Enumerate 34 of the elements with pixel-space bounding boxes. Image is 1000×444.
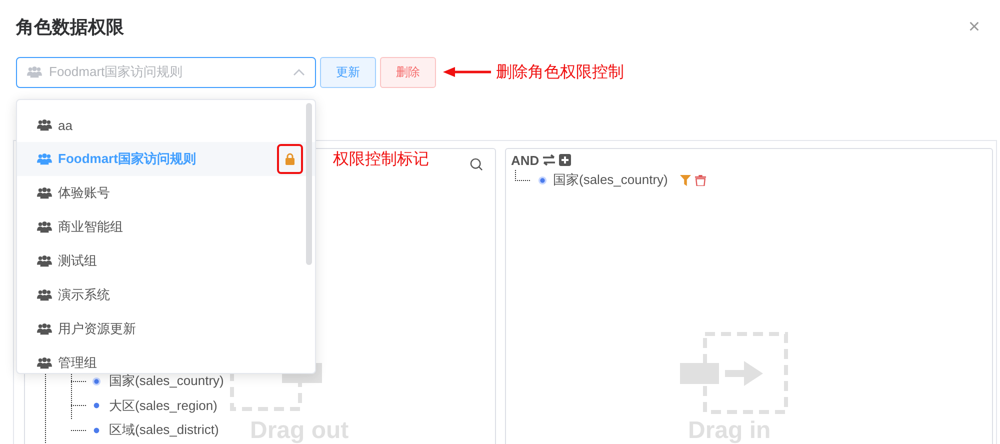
role-option[interactable]: aa bbox=[17, 108, 315, 142]
field-dot-icon bbox=[538, 176, 547, 184]
group-icon bbox=[37, 221, 52, 233]
role-option[interactable]: 管理组 bbox=[17, 346, 315, 373]
add-icon[interactable] bbox=[559, 154, 572, 166]
group-icon bbox=[37, 187, 52, 199]
group-icon bbox=[27, 66, 42, 78]
swap-icon[interactable] bbox=[542, 154, 556, 166]
group-icon bbox=[37, 289, 52, 301]
operator-label: AND bbox=[511, 152, 540, 168]
role-option[interactable]: 测试组 bbox=[17, 244, 315, 278]
condition-item[interactable]: 国家(sales_country) bbox=[553, 171, 668, 189]
annotation-arrow bbox=[443, 67, 491, 77]
search-icon[interactable] bbox=[470, 158, 483, 171]
lock-icon bbox=[285, 153, 295, 165]
annotation-text: 删除角色权限控制 bbox=[496, 62, 624, 82]
field-item[interactable]: 国家(sales_country) bbox=[109, 372, 224, 390]
role-option[interactable]: 用户资源更新 bbox=[17, 312, 315, 346]
dialog-title: 角色数据权限 bbox=[16, 16, 124, 39]
group-icon bbox=[37, 119, 52, 131]
trash-icon[interactable] bbox=[694, 174, 706, 186]
scrollbar[interactable] bbox=[306, 103, 312, 265]
group-icon bbox=[37, 357, 52, 369]
group-icon bbox=[37, 153, 52, 165]
group-icon bbox=[37, 255, 52, 267]
role-option[interactable]: 商业智能组 bbox=[17, 210, 315, 244]
annotation-text: 权限控制标记 bbox=[333, 150, 429, 170]
caret-icon bbox=[293, 68, 305, 76]
role-option[interactable]: 演示系统 bbox=[17, 278, 315, 312]
group-icon bbox=[37, 323, 52, 335]
role-option[interactable]: 体验账号 bbox=[17, 176, 315, 210]
field-item[interactable]: 区域(sales_district) bbox=[109, 421, 219, 440]
drag-in-icon bbox=[680, 332, 788, 414]
field-item[interactable]: 大区(sales_region) bbox=[109, 396, 218, 415]
